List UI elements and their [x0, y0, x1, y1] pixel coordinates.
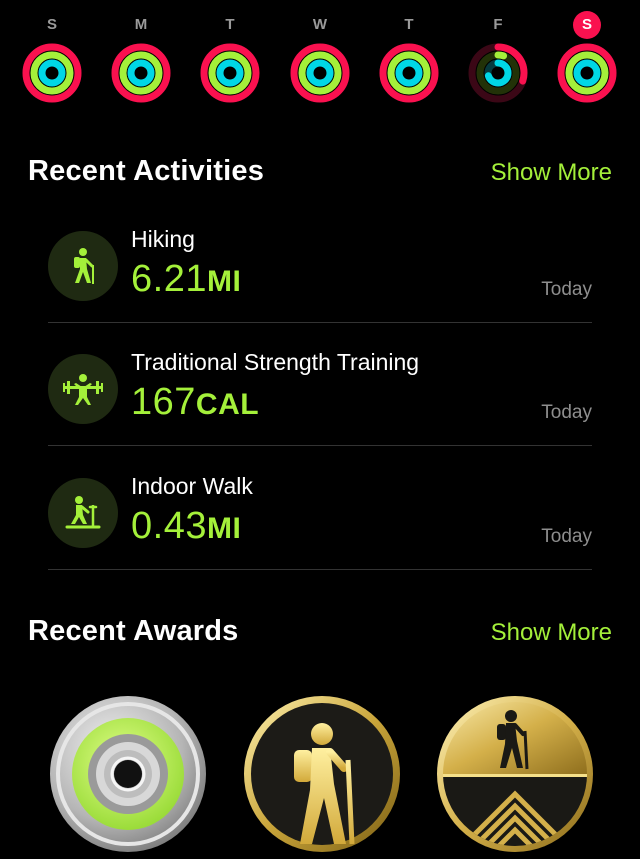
- strength-training-icon: [48, 354, 118, 424]
- day-letter: F: [493, 16, 503, 33]
- indoor-walk-icon: [48, 478, 118, 548]
- day-letter: T: [225, 16, 235, 33]
- recent-activities-heading: Recent Activities: [28, 155, 265, 187]
- activity-rings-icon[interactable]: [111, 43, 171, 103]
- day-column[interactable]: M: [101, 0, 181, 120]
- hiking-icon: [48, 231, 118, 301]
- activity-unit: CAL: [195, 388, 260, 421]
- activity-date: Today: [541, 279, 592, 300]
- divider: [48, 445, 592, 446]
- activity-rings-icon[interactable]: [557, 43, 617, 103]
- divider: [48, 569, 592, 570]
- week-activity-strip: S M T W T F S: [0, 0, 640, 120]
- activity-rings-icon[interactable]: [290, 43, 350, 103]
- stand-ring: [573, 59, 601, 87]
- day-column[interactable]: F: [458, 0, 538, 120]
- activity-value: 167CAL: [131, 379, 259, 428]
- stand-ring: [306, 59, 334, 87]
- day-letter: W: [312, 16, 328, 33]
- activity-name: Hiking: [131, 226, 195, 252]
- day-letter: S: [46, 16, 57, 33]
- day-column[interactable]: T: [190, 0, 270, 120]
- activity-rings-icon[interactable]: [22, 43, 82, 103]
- activity-rings-icon[interactable]: [468, 43, 528, 103]
- day-column[interactable]: S: [12, 0, 92, 120]
- activity-row[interactable]: Indoor Walk 0.43MI Today: [48, 447, 592, 570]
- activity-date: Today: [541, 402, 592, 423]
- exercise-ring-award-badge[interactable]: [48, 694, 208, 854]
- hiking-mountain-award-badge[interactable]: [435, 694, 595, 854]
- activity-rings-icon[interactable]: [379, 43, 439, 103]
- stand-ring: [216, 59, 244, 87]
- activity-name: Traditional Strength Training: [131, 349, 420, 375]
- activity-value: 0.43MI: [131, 503, 241, 552]
- day-column-today[interactable]: S: [547, 0, 627, 120]
- today-indicator: S: [573, 11, 601, 39]
- day-column[interactable]: T: [369, 0, 449, 120]
- activities-show-more-link[interactable]: Show More: [491, 155, 612, 191]
- stand-ring: [38, 59, 66, 87]
- day-letter: T: [404, 16, 414, 33]
- activity-row[interactable]: Traditional Strength Training 167CAL Tod…: [48, 323, 592, 446]
- activity-rings-icon[interactable]: [200, 43, 260, 103]
- recent-awards-heading: Recent Awards: [28, 615, 239, 647]
- activity-unit: MI: [206, 265, 242, 298]
- activity-row[interactable]: Hiking 6.21MI Today: [48, 200, 592, 323]
- hiking-award-badge[interactable]: [242, 694, 402, 854]
- stand-ring: [127, 59, 155, 87]
- activity-name: Indoor Walk: [131, 473, 253, 499]
- activity-date: Today: [541, 526, 592, 547]
- activity-number: 0.43: [131, 505, 207, 547]
- activity-value: 6.21MI: [131, 256, 241, 305]
- stand-ring: [395, 59, 423, 87]
- activity-number: 167: [131, 381, 196, 423]
- awards-show-more-link[interactable]: Show More: [491, 615, 612, 651]
- day-column[interactable]: W: [280, 0, 360, 120]
- activity-number: 6.21: [131, 258, 207, 300]
- activity-unit: MI: [206, 512, 242, 545]
- day-letter: M: [134, 16, 148, 33]
